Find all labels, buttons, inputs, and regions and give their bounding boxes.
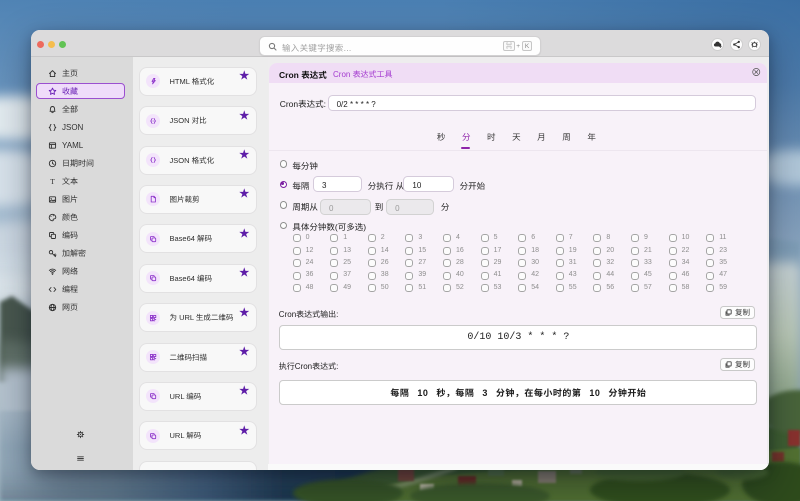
svg-text:T: T bbox=[50, 177, 55, 186]
